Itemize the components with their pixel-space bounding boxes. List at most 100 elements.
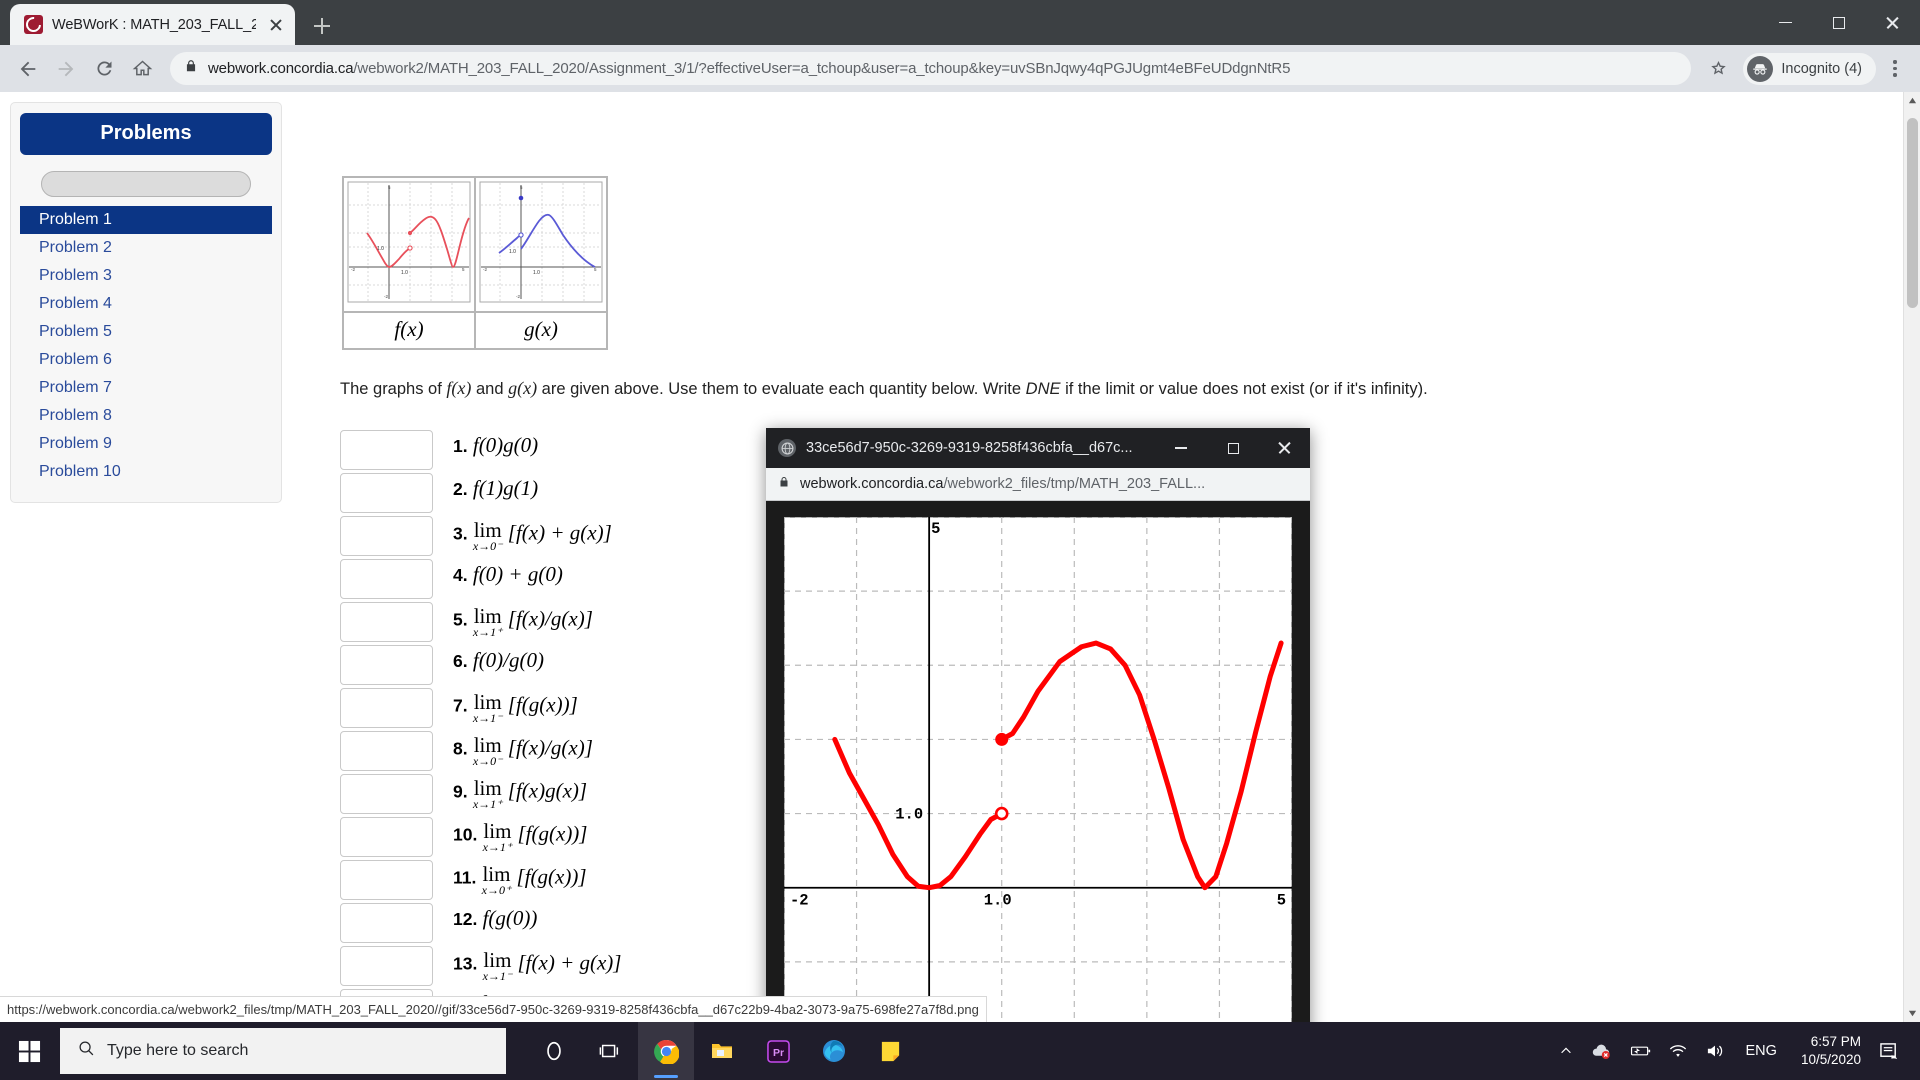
y-axis-max-label: 5 [931,520,940,538]
question-expression: [f(x) + g(x)] [508,520,612,544]
profile-button[interactable]: Incognito (4) [1743,53,1876,85]
filled-point-marker [995,733,1008,746]
thumbnail-fx[interactable]: -2 5 5 1.0 1.0 -2 [343,177,475,312]
answer-input-8[interactable] [340,731,433,771]
star-icon[interactable] [1701,52,1735,86]
svg-text:1.0: 1.0 [401,270,408,276]
answer-input-13[interactable] [340,946,433,986]
sidebar-item-problem-10[interactable]: Problem 10 [20,458,272,486]
limit-subscript: x→1⁺ [473,798,503,810]
sidebar-item-problem-8[interactable]: Problem 8 [20,402,272,430]
window-controls [1758,0,1920,45]
sidebar-item-problem-1[interactable]: Problem 1 [20,206,272,234]
answer-input-12[interactable] [340,903,433,943]
battery-charging-icon[interactable] [1620,1022,1660,1080]
question-number: 11. [453,867,476,887]
onedrive-error-icon[interactable] [1582,1022,1620,1080]
close-icon[interactable] [1264,428,1306,468]
problems-sidebar: Problems Problem 1Problem 2Problem 3Prob… [10,102,282,503]
sidebar-item-problem-9[interactable]: Problem 9 [20,430,272,458]
scroll-up-arrow-icon[interactable] [1904,92,1920,109]
action-center-icon[interactable] [1873,1042,1912,1061]
open-point-marker [996,808,1007,819]
incognito-icon [1747,56,1773,82]
clock[interactable]: 6:57 PM 10/5/2020 [1789,1033,1873,1069]
answer-input-5[interactable] [340,602,433,642]
problem-search-input[interactable] [41,171,251,197]
address-bar[interactable]: webwork.concordia.ca/webwork2/MATH_203_F… [170,52,1691,85]
browser-tab[interactable]: WeBWorK : MATH_203_FALL_2020 [10,4,295,45]
show-hidden-icons-icon[interactable] [1550,1022,1582,1080]
scroll-down-arrow-icon[interactable] [1904,1005,1920,1022]
sidebar-item-problem-3[interactable]: Problem 3 [20,262,272,290]
limit-operator: limx→0⁺ [482,865,512,896]
limit-lim: lim [473,779,503,799]
wifi-icon[interactable] [1660,1022,1696,1080]
search-input[interactable]: Type here to search [60,1028,506,1074]
sidebar-item-problem-5[interactable]: Problem 5 [20,318,272,346]
answer-input-3[interactable] [340,516,433,556]
limit-lim: lim [473,693,503,713]
home-icon[interactable] [124,51,160,87]
svg-text:-2: -2 [384,294,388,299]
forward-arrow-icon[interactable] [48,51,84,87]
language-indicator[interactable]: ENG [1734,1043,1789,1059]
prompt-text-1: The graphs of [340,380,446,398]
popup-address-bar[interactable]: webwork.concordia.ca/webwork2_files/tmp/… [766,468,1310,501]
limit-lim: lim [473,607,503,627]
answer-input-2[interactable] [340,473,433,513]
question-number: 3. [453,523,468,543]
windows-start-icon[interactable] [0,1022,58,1080]
kebab-menu-icon[interactable] [1880,52,1910,86]
prompt-text-2: and [471,380,508,398]
premiere-pro-icon[interactable]: Pr [750,1022,806,1080]
volume-icon[interactable] [1696,1022,1734,1080]
sidebar-item-problem-7[interactable]: Problem 7 [20,374,272,402]
page-scrollbar[interactable] [1903,92,1920,1022]
status-bar: https://webwork.concordia.ca/webwork2_fi… [0,996,987,1022]
maximize-icon[interactable] [1812,0,1866,45]
question-number: 9. [453,781,468,801]
clock-date: 10/5/2020 [1801,1051,1861,1069]
limit-subscript: x→0⁻ [473,540,503,552]
sidebar-item-label: Problem 1 [39,211,112,228]
sidebar-header: Problems [20,113,272,155]
sidebar-item-problem-2[interactable]: Problem 2 [20,234,272,262]
close-icon[interactable] [1866,0,1920,45]
chrome-icon[interactable] [638,1022,694,1080]
edge-icon[interactable] [806,1022,862,1080]
answer-input-7[interactable] [340,688,433,728]
limit-lim: lim [483,822,513,842]
minimize-icon[interactable] [1758,0,1812,45]
question-expression: f(0)g(0) [473,433,538,457]
answer-input-11[interactable] [340,860,433,900]
close-icon[interactable] [265,14,287,36]
maximize-icon[interactable] [1212,428,1254,468]
answer-input-1[interactable] [340,430,433,470]
reload-icon[interactable] [86,51,122,87]
sidebar-item-problem-4[interactable]: Problem 4 [20,290,272,318]
sidebar-item-problem-6[interactable]: Problem 6 [20,346,272,374]
task-view-icon[interactable] [582,1022,638,1080]
file-explorer-icon[interactable] [694,1022,750,1080]
sticky-notes-icon[interactable] [862,1022,918,1080]
answer-input-9[interactable] [340,774,433,814]
answer-input-4[interactable] [340,559,433,599]
minimize-icon[interactable] [1160,428,1202,468]
graph-thumbnail-table: -2 5 5 1.0 1.0 -2 [342,176,608,350]
question-text: 3. limx→0⁻ [f(x) + g(x)] [453,515,612,550]
limit-operator: limx→1⁻ [483,951,513,982]
question-number: 10. [453,824,477,844]
scrollbar-thumb[interactable] [1907,118,1918,308]
thumbnail-gx[interactable]: -2 5 5 1.0 1.0 -2 [475,177,607,312]
answer-input-6[interactable] [340,645,433,685]
clock-time: 6:57 PM [1801,1033,1861,1051]
new-tab-button[interactable] [303,7,341,45]
concordia-logo-icon [24,15,43,34]
back-arrow-icon[interactable] [10,51,46,87]
limit-operator: limx→0⁻ [473,521,503,552]
taskbar-icons: Pr [526,1022,918,1080]
answer-input-10[interactable] [340,817,433,857]
cortana-icon[interactable] [526,1022,582,1080]
question-text: 11. limx→0⁺ [f(g(x))] [453,859,587,894]
